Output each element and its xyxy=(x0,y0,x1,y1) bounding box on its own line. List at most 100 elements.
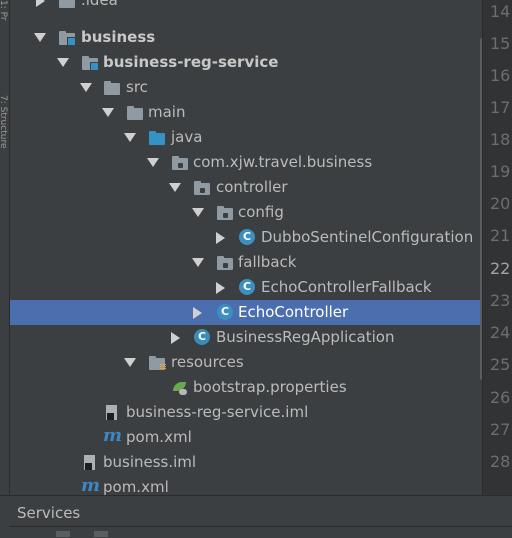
tree-item-label: resources xyxy=(171,353,244,371)
collapse-arrow-icon[interactable] xyxy=(192,258,204,267)
tree-item-label: EchoControllerFallback xyxy=(261,278,432,296)
line-number: 16 xyxy=(490,66,511,85)
line-number: 28 xyxy=(490,452,511,471)
folder-icon xyxy=(58,0,76,9)
package-icon xyxy=(216,204,234,221)
line-number: 19 xyxy=(490,162,511,181)
tree-item-label: business-reg-service.iml xyxy=(126,403,309,421)
tree-item-label: business.iml xyxy=(103,453,197,471)
properties-file-icon xyxy=(171,379,189,396)
line-number: 26 xyxy=(490,388,511,407)
tree-row-echo-controller-fallback[interactable]: C EchoControllerFallback xyxy=(10,275,482,300)
line-number: 21 xyxy=(490,226,511,245)
line-number: 23 xyxy=(490,291,511,310)
line-number: 20 xyxy=(490,194,511,213)
tree-row-bootstrap-properties[interactable]: bootstrap.properties xyxy=(10,375,482,400)
left-tool-strip: 1: Pr 7: Structure xyxy=(0,0,10,495)
tree-item-label: config xyxy=(238,203,284,221)
expand-arrow-icon[interactable] xyxy=(216,232,225,244)
tree-row-controller[interactable]: controller xyxy=(10,175,482,200)
services-tab[interactable]: Services xyxy=(17,504,80,522)
collapse-arrow-icon[interactable] xyxy=(124,358,136,367)
package-icon xyxy=(193,179,211,196)
expand-arrow-icon[interactable] xyxy=(216,282,225,294)
expand-arrow-icon[interactable] xyxy=(36,0,45,7)
tree-item-label: pom.xml xyxy=(126,428,192,446)
package-icon xyxy=(171,154,189,171)
tree-row-pom-xml[interactable]: m pom.xml xyxy=(10,425,482,450)
line-number: 18 xyxy=(490,130,511,149)
class-icon: C xyxy=(238,229,256,246)
tree-row-src[interactable]: src xyxy=(10,75,482,100)
tree-row-fallback[interactable]: fallback xyxy=(10,250,482,275)
folder-icon xyxy=(126,104,144,121)
resources-folder-icon xyxy=(148,354,166,371)
collapse-arrow-icon[interactable] xyxy=(124,133,136,142)
collapse-arrow-icon[interactable] xyxy=(80,83,92,92)
tree-item-label: EchoController xyxy=(238,303,349,321)
services-tool-window-header: Services xyxy=(0,495,512,538)
tree-row-resources[interactable]: resources xyxy=(10,350,482,375)
tree-item-label: pom.xml xyxy=(103,478,169,495)
toolbar-button[interactable] xyxy=(56,531,70,537)
collapse-arrow-icon[interactable] xyxy=(147,158,159,167)
tree-item-label: .idea xyxy=(81,0,118,9)
maven-icon: m xyxy=(103,425,123,446)
current-line-number: 22 xyxy=(490,259,511,278)
folder-icon xyxy=(103,79,121,96)
project-tool-tab[interactable]: 1: Pr xyxy=(0,0,8,55)
collapse-arrow-icon[interactable] xyxy=(57,58,69,67)
iml-file-icon xyxy=(81,454,99,471)
line-number: 24 xyxy=(490,323,511,342)
expand-arrow-icon[interactable] xyxy=(193,307,202,319)
divider xyxy=(9,526,512,527)
collapse-arrow-icon[interactable] xyxy=(102,108,114,117)
tree-row-root-pom-xml[interactable]: m pom.xml xyxy=(10,475,482,496)
package-icon xyxy=(216,254,234,271)
tree-row-package[interactable]: com.xjw.travel.business xyxy=(10,150,482,175)
module-folder-icon xyxy=(81,54,99,71)
class-icon: C xyxy=(238,279,256,296)
line-number: 15 xyxy=(490,34,511,53)
tree-row-main[interactable]: main xyxy=(10,100,482,125)
expand-arrow-icon[interactable] xyxy=(171,332,180,344)
tree-item-label: DubboSentinelConfiguration xyxy=(261,228,474,246)
tree-row-business-reg-service-iml[interactable]: business-reg-service.iml xyxy=(10,400,482,425)
class-icon: C xyxy=(216,304,234,321)
tree-row-business[interactable]: business xyxy=(10,25,482,50)
source-root-folder-icon xyxy=(148,129,166,146)
tree-item-label: com.xjw.travel.business xyxy=(193,153,373,171)
tree-row-business-iml[interactable]: business.iml xyxy=(10,450,482,475)
tree-item-label: java xyxy=(171,128,203,146)
module-folder-icon xyxy=(58,29,76,46)
spring-boot-class-icon: C xyxy=(193,329,211,346)
tree-row-idea[interactable]: .idea xyxy=(10,0,482,13)
tree-item-label: src xyxy=(126,78,148,96)
project-tree: .idea business business-reg-service src … xyxy=(10,0,482,495)
collapse-arrow-icon[interactable] xyxy=(169,183,181,192)
tree-item-label: controller xyxy=(216,178,288,196)
tree-item-label: business-reg-service xyxy=(103,53,279,71)
line-number: 17 xyxy=(490,98,511,117)
maven-icon: m xyxy=(81,475,101,496)
tree-item-label: bootstrap.properties xyxy=(193,378,347,396)
tree-row-dubbo-sentinel-configuration[interactable]: C DubboSentinelConfiguration xyxy=(10,225,482,250)
structure-tool-tab[interactable]: 7: Structure xyxy=(0,95,8,190)
tree-item-label: main xyxy=(148,103,186,121)
toolbar-button[interactable] xyxy=(94,531,108,537)
collapse-arrow-icon[interactable] xyxy=(192,208,204,217)
line-number: 25 xyxy=(490,355,511,374)
line-number: 27 xyxy=(490,420,511,439)
iml-file-icon xyxy=(103,404,121,421)
editor-gutter: 14 15 16 17 18 19 20 21 22 23 24 25 26 2… xyxy=(482,0,512,495)
line-number: 14 xyxy=(490,2,511,21)
tree-row-echo-controller[interactable]: C EchoController xyxy=(10,300,482,325)
tree-item-label: business xyxy=(81,28,156,46)
tree-item-label: BusinessRegApplication xyxy=(216,328,395,346)
tree-item-label: fallback xyxy=(238,253,297,271)
tree-row-business-reg-application[interactable]: C BusinessRegApplication xyxy=(10,325,482,350)
tree-row-business-reg-service[interactable]: business-reg-service xyxy=(10,50,482,75)
tree-row-config[interactable]: config xyxy=(10,200,482,225)
tree-row-java[interactable]: java xyxy=(10,125,482,150)
collapse-arrow-icon[interactable] xyxy=(34,33,46,42)
